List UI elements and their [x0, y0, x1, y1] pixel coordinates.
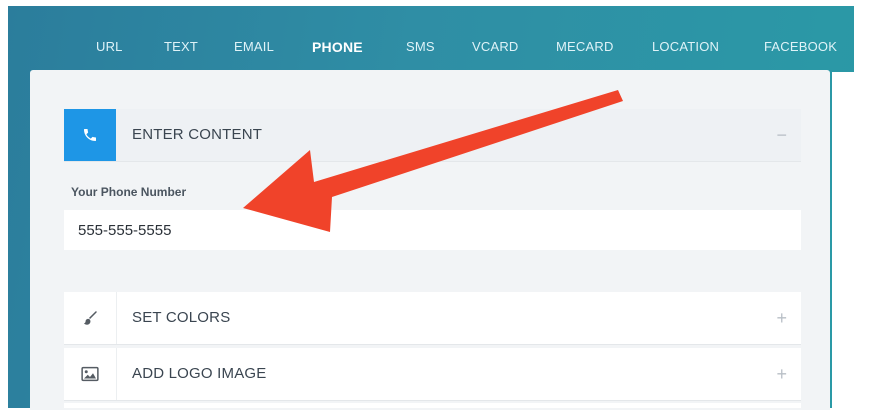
icon-divider: [116, 348, 117, 400]
next-section: [64, 403, 801, 408]
tab-text[interactable]: TEXT: [164, 36, 198, 58]
expand-icon[interactable]: +: [776, 348, 787, 400]
tab-url[interactable]: URL: [96, 36, 123, 58]
tab-vcard[interactable]: VCARD: [472, 36, 519, 58]
tab-mecard[interactable]: MECARD: [556, 36, 614, 58]
phone-number-input[interactable]: [64, 210, 801, 250]
tab-phone[interactable]: PHONE: [312, 36, 363, 58]
set-colors-section[interactable]: SET COLORS +: [64, 292, 801, 345]
phone-icon: [64, 109, 116, 161]
tab-sms[interactable]: SMS: [406, 36, 435, 58]
enter-content-header[interactable]: ENTER CONTENT −: [64, 109, 801, 162]
add-logo-label: ADD LOGO IMAGE: [132, 365, 267, 382]
qr-type-tabs: URL TEXT EMAIL PHONE SMS VCARD MECARD LO…: [8, 6, 854, 78]
brush-icon: [64, 292, 116, 344]
collapse-icon[interactable]: −: [776, 109, 787, 161]
tab-location[interactable]: LOCATION: [652, 36, 719, 58]
set-colors-label: SET COLORS: [132, 309, 231, 326]
image-icon: [64, 348, 116, 400]
expand-icon[interactable]: +: [776, 292, 787, 344]
tab-email[interactable]: EMAIL: [234, 36, 274, 58]
tab-facebook[interactable]: FACEBOOK: [764, 36, 837, 58]
page-margin: [832, 72, 870, 408]
add-logo-section[interactable]: ADD LOGO IMAGE +: [64, 348, 801, 401]
enter-content-label: ENTER CONTENT: [132, 126, 263, 143]
phone-field-label: Your Phone Number: [71, 185, 187, 199]
icon-divider: [116, 292, 117, 344]
